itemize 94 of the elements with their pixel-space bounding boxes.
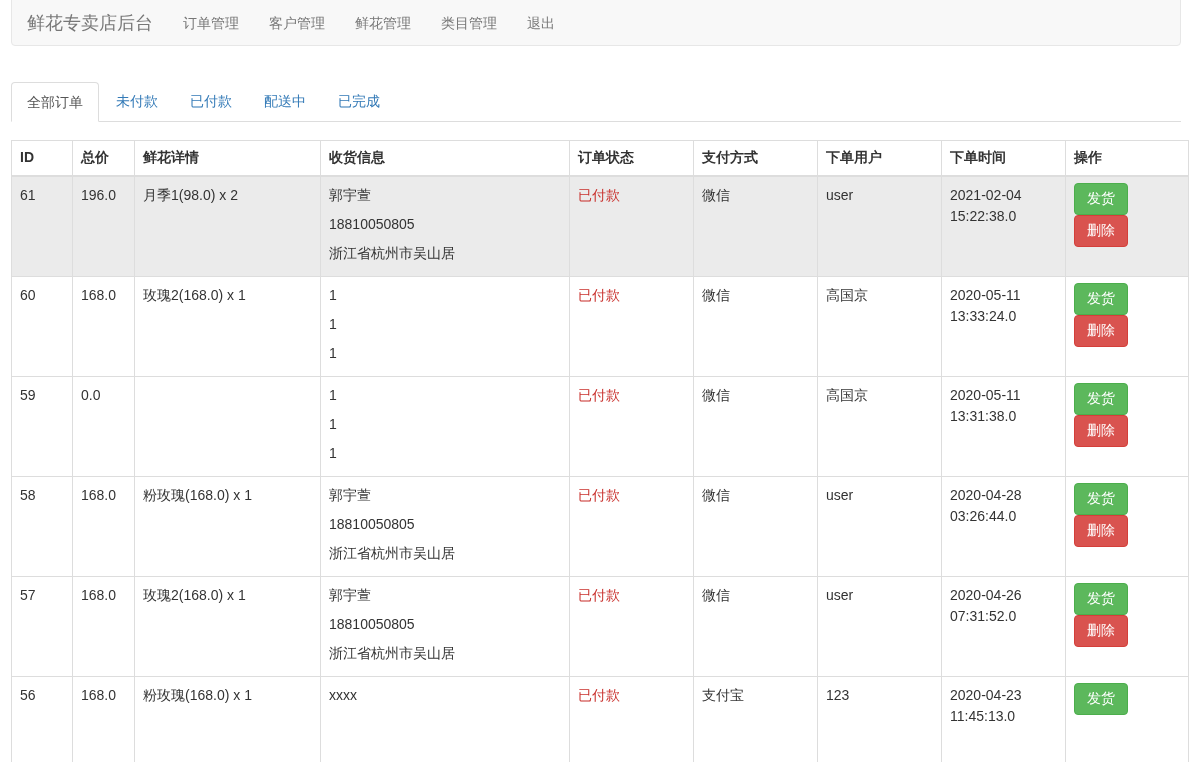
flower-details-text: 粉玫瑰(168.0) x 1 <box>143 485 253 505</box>
tab[interactable]: 已付款 <box>175 82 247 121</box>
shipping-line: 郭宇萱 <box>329 585 372 605</box>
delete-button[interactable]: 删除 <box>1074 314 1128 347</box>
ship-button[interactable]: 发货 <box>1074 382 1128 415</box>
payment-text: 微信 <box>702 585 731 605</box>
ship-button[interactable]: 发货 <box>1074 482 1128 515</box>
payment-text: 支付宝 <box>702 685 745 705</box>
shipping-line: 18810050805 <box>329 514 416 534</box>
brand-title[interactable]: 鲜花专卖店后台 <box>12 9 168 37</box>
price-text: 0.0 <box>81 385 102 405</box>
price-text: 168.0 <box>81 585 118 605</box>
delete-button[interactable]: 删除 <box>1074 614 1128 647</box>
user-text: 高国京 <box>826 385 869 405</box>
payment-text: 微信 <box>702 485 731 505</box>
price-text: 168.0 <box>81 685 118 705</box>
nav-link[interactable]: 鲜花管理 <box>340 12 426 34</box>
shipping-line: 1 <box>329 314 338 334</box>
status-text: 已付款 <box>578 485 621 505</box>
column-header: 下单时间 <box>941 140 1066 176</box>
shipping-line: 1 <box>329 343 338 363</box>
time-text: 13:31:38.0 <box>950 406 1018 426</box>
time-text: 2021-02-04 <box>950 185 1023 205</box>
time-text: 03:26:44.0 <box>950 506 1018 526</box>
id-text: 59 <box>20 385 37 405</box>
user-text: user <box>826 485 855 505</box>
tab[interactable]: 配送中 <box>249 82 321 121</box>
payment-text: 微信 <box>702 285 731 305</box>
flower-details-text: 玫瑰2(168.0) x 1 <box>143 285 247 305</box>
id-text: 58 <box>20 485 37 505</box>
tab[interactable]: 已完成 <box>323 82 395 121</box>
ship-button[interactable]: 发货 <box>1074 182 1128 215</box>
flower-details-text: 月季1(98.0) x 2 <box>143 185 239 205</box>
time-text: 2020-04-23 <box>950 685 1023 705</box>
delete-button[interactable]: 删除 <box>1074 514 1128 547</box>
tab[interactable]: 未付款 <box>101 82 173 121</box>
shipping-line: 郭宇萱 <box>329 485 372 505</box>
column-header: 收货信息 <box>320 140 570 176</box>
status-text: 已付款 <box>578 385 621 405</box>
column-header: 总价 <box>72 140 135 176</box>
nav-link[interactable]: 类目管理 <box>426 12 512 34</box>
column-header: 支付方式 <box>693 140 818 176</box>
shipping-line: 郭宇萱 <box>329 185 372 205</box>
user-text: user <box>826 585 855 605</box>
flower-details-text: 粉玫瑰(168.0) x 1 <box>143 685 253 705</box>
time-text: 2020-04-28 <box>950 485 1023 505</box>
payment-text: 微信 <box>702 185 731 205</box>
shipping-line: 18810050805 <box>329 214 416 234</box>
column-header: 订单状态 <box>569 140 694 176</box>
shipping-line: xxxx <box>329 685 358 705</box>
ship-button[interactable]: 发货 <box>1074 682 1128 715</box>
user-text: user <box>826 185 855 205</box>
user-text: 高国京 <box>826 285 869 305</box>
shipping-line: 18810050805 <box>329 614 416 634</box>
time-text: 07:31:52.0 <box>950 606 1018 626</box>
payment-text: 微信 <box>702 385 731 405</box>
time-text: 11:45:13.0 <box>950 706 1017 726</box>
nav-link[interactable]: 退出 <box>512 12 570 34</box>
shipping-line: 1 <box>329 385 338 405</box>
ship-button[interactable]: 发货 <box>1074 582 1128 615</box>
price-text: 168.0 <box>81 485 118 505</box>
status-text: 已付款 <box>578 585 621 605</box>
status-text: 已付款 <box>578 285 621 305</box>
time-text: 2020-04-26 <box>950 585 1023 605</box>
shipping-line: 浙江省杭州市吴山居 <box>329 643 456 663</box>
user-text: 123 <box>826 685 851 705</box>
status-text: 已付款 <box>578 185 621 205</box>
delete-button[interactable]: 删除 <box>1074 214 1128 247</box>
column-header: 鲜花详情 <box>134 140 321 176</box>
flower-details-text: 玫瑰2(168.0) x 1 <box>143 585 247 605</box>
shipping-line: 1 <box>329 443 338 463</box>
time-text: 15:22:38.0 <box>950 206 1018 226</box>
nav-link[interactable]: 订单管理 <box>168 12 254 34</box>
nav-link[interactable]: 客户管理 <box>254 12 340 34</box>
tab[interactable]: 全部订单 <box>11 82 99 122</box>
shipping-line: 浙江省杭州市吴山居 <box>329 243 456 263</box>
id-text: 57 <box>20 585 37 605</box>
column-header: 下单用户 <box>817 140 942 176</box>
column-header: 操作 <box>1065 140 1189 176</box>
price-text: 196.0 <box>81 185 118 205</box>
id-text: 60 <box>20 285 37 305</box>
price-text: 168.0 <box>81 285 118 305</box>
status-text: 已付款 <box>578 685 621 705</box>
id-text: 56 <box>20 685 37 705</box>
shipping-line: 浙江省杭州市吴山居 <box>329 543 456 563</box>
delete-button[interactable]: 删除 <box>1074 414 1128 447</box>
ship-button[interactable]: 发货 <box>1074 282 1128 315</box>
time-text: 2020-05-11 <box>950 285 1022 305</box>
id-text: 61 <box>20 185 37 205</box>
shipping-line: 1 <box>329 414 338 434</box>
time-text: 2020-05-11 <box>950 385 1022 405</box>
column-header: ID <box>11 140 73 176</box>
time-text: 13:33:24.0 <box>950 306 1018 326</box>
shipping-line: 1 <box>329 285 338 305</box>
